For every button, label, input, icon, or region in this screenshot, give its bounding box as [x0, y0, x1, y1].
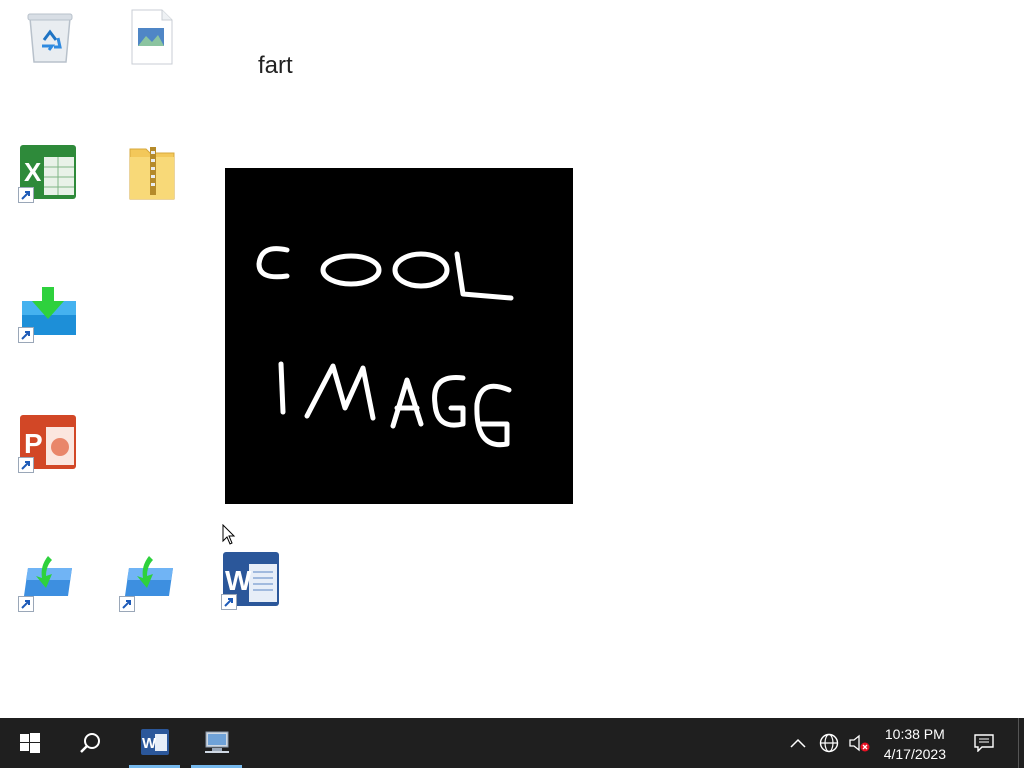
- word-icon: W: [140, 728, 169, 755]
- svg-text:W: W: [225, 565, 252, 596]
- shortcut-arrow-icon: [119, 596, 135, 612]
- download-installer-shortcut-icon[interactable]: [18, 283, 78, 343]
- excel-shortcut-icon[interactable]: X: [18, 143, 78, 203]
- network-app-taskbar-button[interactable]: [191, 718, 242, 768]
- chevron-up-icon: [790, 738, 806, 748]
- remote-app-shortcut-icon[interactable]: [18, 552, 78, 612]
- taskbar: W 10:38 PM 4/17/2023: [0, 718, 1024, 768]
- globe-icon: [819, 733, 839, 753]
- powerpoint-shortcut-icon[interactable]: P: [18, 413, 78, 473]
- show-desktop-button[interactable]: [1018, 718, 1024, 768]
- windows-logo-icon: [20, 733, 40, 753]
- shortcut-arrow-icon: [18, 187, 34, 203]
- network-computer-icon: [204, 731, 229, 753]
- shortcut-arrow-icon: [221, 594, 237, 610]
- desktop: fart X P W: [0, 0, 1024, 718]
- show-hidden-icons[interactable]: [786, 718, 810, 768]
- recycle-bin-icon[interactable]: [22, 8, 82, 68]
- system-clock[interactable]: 10:38 PM 4/17/2023: [884, 724, 946, 764]
- search-button[interactable]: [60, 718, 120, 768]
- svg-text:P: P: [24, 428, 43, 459]
- desktop-text-label: fart: [258, 52, 293, 79]
- clock-time: 10:38 PM: [884, 726, 945, 742]
- word-taskbar-button[interactable]: W: [129, 718, 180, 768]
- clock-date: 4/17/2023: [883, 746, 946, 762]
- shortcut-arrow-icon: [18, 457, 34, 473]
- svg-text:W: W: [142, 735, 157, 752]
- zip-folder-icon[interactable]: [126, 143, 186, 203]
- notification-center-icon[interactable]: [966, 718, 1002, 768]
- volume-muted-icon[interactable]: [846, 718, 872, 768]
- handwritten-cool-image-drawing: [256, 246, 514, 448]
- search-icon: [80, 733, 100, 753]
- mouse-pointer-icon: [222, 523, 236, 551]
- network-icon[interactable]: [816, 718, 842, 768]
- image-file-icon[interactable]: [128, 8, 188, 68]
- word-shortcut-icon[interactable]: W: [221, 550, 281, 610]
- drawing-canvas: [225, 168, 573, 504]
- shortcut-arrow-icon: [18, 596, 34, 612]
- svg-text:X: X: [24, 157, 42, 187]
- start-button[interactable]: [0, 718, 60, 768]
- action-center-icon: [974, 734, 994, 752]
- shortcut-arrow-icon: [18, 327, 34, 343]
- speaker-icon: [849, 734, 870, 752]
- remote-app-shortcut-icon[interactable]: [119, 552, 179, 612]
